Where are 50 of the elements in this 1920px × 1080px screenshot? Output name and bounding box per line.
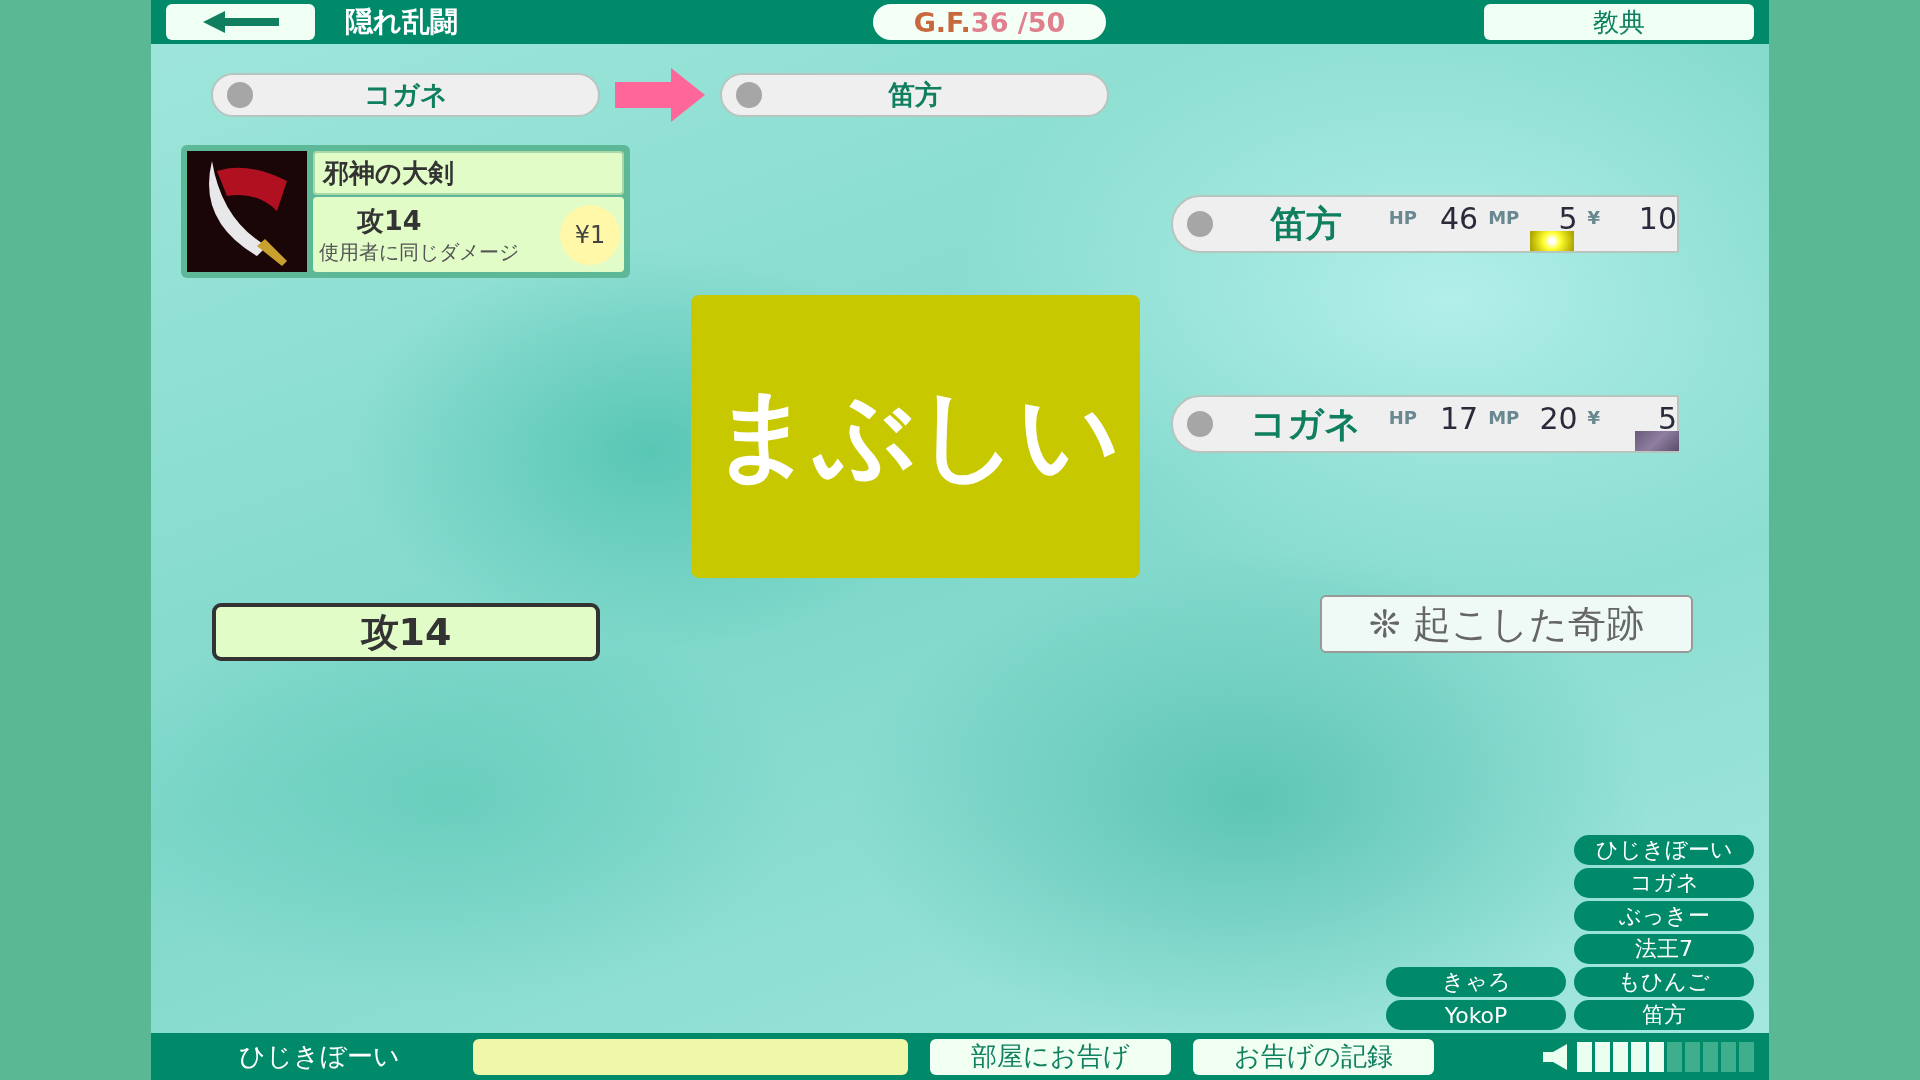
stat-label: HP — [1388, 407, 1418, 428]
stat-label: MP — [1488, 207, 1520, 228]
player-name: コガネ — [363, 78, 448, 112]
player-name: 笛方 — [1268, 201, 1343, 246]
stat-value: 20 — [1539, 401, 1578, 436]
stat-label: MP — [1488, 407, 1520, 428]
effect-banner: まぶしい — [691, 295, 1140, 578]
stat-value: 10 — [1638, 201, 1677, 236]
stat-value: 46 — [1440, 201, 1479, 236]
volume-slider[interactable] — [1577, 1041, 1754, 1072]
book-button[interactable]: 教典 — [1484, 4, 1754, 40]
stat-label: ¥ — [1587, 407, 1601, 428]
card-name: 邪神の大剣 — [313, 151, 624, 195]
stat-label: HP — [1388, 207, 1418, 228]
user-name: ひじきぼーい — [238, 1040, 401, 1073]
member-button[interactable]: 笛方 — [1574, 1000, 1754, 1030]
member-button[interactable]: コガネ — [1574, 868, 1754, 898]
indicator-dot — [1187, 411, 1213, 437]
member-button[interactable]: 法王7 — [1574, 934, 1754, 964]
cost-badge: ¥1 — [560, 204, 620, 265]
card-effect: 使用者に同じダメージ — [319, 239, 520, 266]
game-counter: G.F.36 /50 — [873, 4, 1106, 40]
stat-value: 5 — [1558, 201, 1578, 236]
member-button[interactable]: ぶっきー — [1574, 901, 1754, 931]
sparkle-icon — [1529, 231, 1574, 251]
room-title: 隠れ乱闘 — [345, 4, 459, 40]
player-name: 笛方 — [887, 78, 942, 112]
back-arrow-icon — [202, 11, 279, 33]
stat-value: 17 — [1440, 401, 1479, 436]
miracle-button[interactable]: ❊ 起こした奇跡 — [1320, 595, 1693, 653]
back-button[interactable] — [166, 4, 315, 40]
stat-value: 5 — [1657, 401, 1677, 436]
haze-icon — [1635, 431, 1679, 451]
footer-button[interactable]: 部屋にお告げ — [930, 1038, 1171, 1075]
speaker-icon — [1543, 1043, 1567, 1070]
member-button[interactable]: もひんご — [1574, 967, 1754, 997]
result-label: 攻14 — [212, 603, 600, 661]
card-attack: 攻14 — [357, 204, 423, 238]
member-button[interactable]: YokoP — [1386, 1000, 1566, 1030]
indicator-dot — [1187, 211, 1213, 237]
member-button[interactable]: ひじきぼーい — [1574, 835, 1754, 865]
message-input[interactable] — [473, 1038, 908, 1075]
item-card[interactable]: 邪神の大剣 攻14 使用者に同じダメージ ¥1 — [181, 145, 630, 278]
player-name: コガネ — [1249, 401, 1363, 446]
footer-button[interactable]: お告げの記録 — [1193, 1038, 1434, 1075]
stat-label: ¥ — [1587, 207, 1601, 228]
indicator-dot — [227, 82, 253, 108]
member-button[interactable]: きゃろ — [1386, 967, 1566, 997]
indicator-dot — [736, 82, 762, 108]
right-arrow-icon — [615, 68, 705, 122]
